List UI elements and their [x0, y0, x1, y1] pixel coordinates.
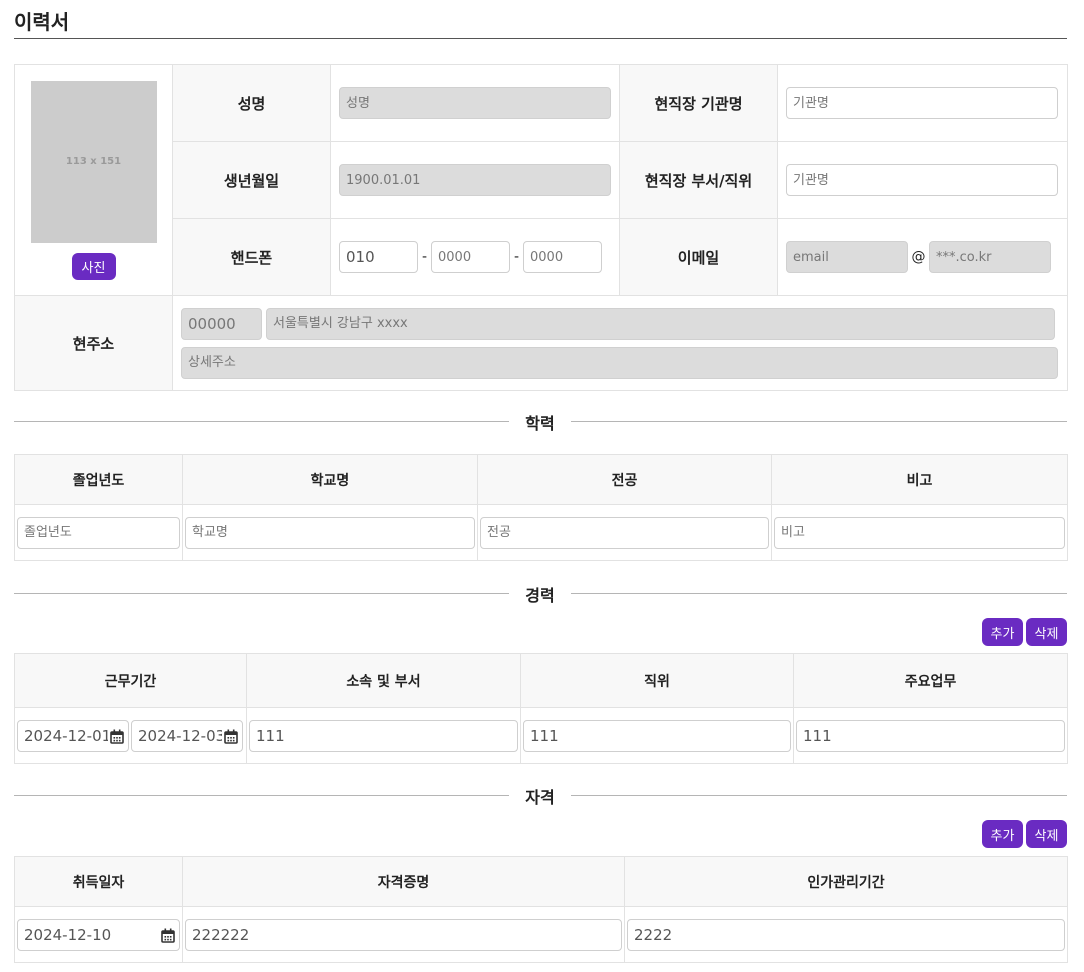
license-title: 자격 [525, 788, 555, 807]
photo-placeholder: 113 x 151 [30, 80, 157, 243]
license-header-name: 자격증명 [182, 856, 625, 907]
education-header-major: 전공 [477, 454, 772, 505]
license-header-date: 취득일자 [14, 856, 183, 907]
photo-cell: 113 x 151 사진 [14, 64, 173, 296]
calendar-icon[interactable] [224, 729, 238, 744]
grad-year-input[interactable] [17, 516, 180, 549]
birth-input[interactable] [339, 164, 611, 196]
license-name-input[interactable] [185, 918, 622, 951]
career-position-input[interactable] [523, 719, 791, 752]
career-dept-input[interactable] [249, 719, 518, 752]
license-date-input[interactable] [17, 918, 180, 951]
career-title: 경력 [525, 586, 555, 605]
zipcode-input[interactable] [181, 307, 262, 340]
license-divider-left [14, 795, 509, 796]
email-domain-input[interactable] [929, 241, 1051, 273]
education-title: 학력 [525, 414, 555, 433]
license-table: 취득일자 자격증명 인가관리기간 [14, 856, 1068, 963]
major-input[interactable] [480, 516, 769, 549]
photo-button[interactable]: 사진 [71, 252, 116, 280]
license-header-org: 인가관리기간 [624, 856, 1068, 907]
phone-dash-1: - [421, 249, 428, 265]
org-input[interactable] [786, 87, 1058, 119]
org-label: 현직장 기관명 [619, 64, 778, 142]
license-add-button[interactable]: 추가 [982, 820, 1023, 848]
page-title: 이력서 [14, 10, 70, 34]
career-duty-input[interactable] [796, 719, 1065, 752]
dept-input[interactable] [786, 164, 1058, 196]
career-header-duty: 주요업무 [793, 653, 1068, 708]
education-divider-left [14, 421, 509, 422]
education-divider-right [571, 421, 1067, 422]
note-input[interactable] [774, 516, 1065, 549]
title-divider [14, 38, 1067, 39]
calendar-icon[interactable] [161, 928, 175, 943]
license-org-input[interactable] [627, 918, 1065, 951]
school-name-input[interactable] [185, 516, 475, 549]
education-header-year: 졸업년도 [14, 454, 183, 505]
birth-label: 생년월일 [172, 141, 331, 219]
phone-last-input[interactable] [523, 241, 602, 273]
phone-middle-input[interactable] [431, 241, 510, 273]
address-input[interactable] [266, 307, 1055, 340]
career-table: 근무기간 소속 및 부서 직위 주요업무 [14, 653, 1068, 764]
career-divider-left [14, 593, 509, 594]
email-label: 이메일 [619, 218, 778, 296]
phone-dash-2: - [513, 249, 520, 265]
phone-prefix-input[interactable] [339, 241, 418, 273]
education-header-note: 비고 [771, 454, 1068, 505]
name-label: 성명 [172, 64, 331, 142]
career-delete-button[interactable]: 삭제 [1026, 618, 1067, 646]
table-row [14, 707, 1068, 764]
email-at-sign: @ [911, 249, 926, 265]
career-add-button[interactable]: 추가 [982, 618, 1023, 646]
education-header-school: 학교명 [182, 454, 478, 505]
profile-table: 113 x 151 사진 성명 현직장 기관명 생년월일 현직장 부서/직위 핸… [14, 64, 1068, 391]
calendar-icon[interactable] [110, 729, 124, 744]
license-divider-right [571, 795, 1067, 796]
phone-label: 핸드폰 [172, 218, 331, 296]
career-divider-right [571, 593, 1067, 594]
email-input[interactable] [786, 241, 908, 273]
address-detail-input[interactable] [181, 346, 1058, 379]
career-header-period: 근무기간 [14, 653, 247, 708]
license-delete-button[interactable]: 삭제 [1026, 820, 1067, 848]
education-table: 졸업년도 학교명 전공 비고 [14, 454, 1068, 561]
table-row [14, 504, 1068, 561]
address-label: 현주소 [14, 295, 173, 391]
dept-label: 현직장 부서/직위 [619, 141, 778, 219]
name-input[interactable] [339, 87, 611, 119]
photo-size-text: 113 x 151 [65, 156, 122, 167]
table-row [14, 906, 1068, 963]
career-header-dept: 소속 및 부서 [246, 653, 521, 708]
career-header-position: 직위 [520, 653, 794, 708]
